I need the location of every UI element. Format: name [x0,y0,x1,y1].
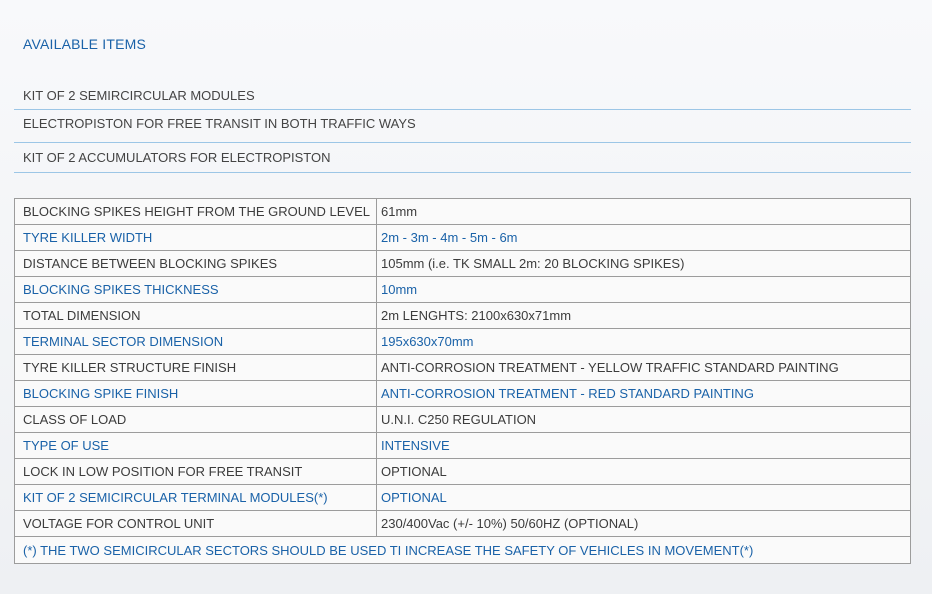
spec-row: KIT OF 2 SEMICIRCULAR TERMINAL MODULES(*… [14,484,911,511]
specifications-table: BLOCKING SPIKES HEIGHT FROM THE GROUND L… [14,198,911,564]
available-items-list: KIT OF 2 SEMIRCIRCULAR MODULES ELECTROPI… [14,83,911,173]
available-items-heading: AVAILABLE ITEMS [23,36,147,52]
spec-label: TERMINAL SECTOR DIMENSION [14,328,377,355]
spec-value: 2m - 3m - 4m - 5m - 6m [376,224,911,251]
spec-row: BLOCKING SPIKE FINISH ANTI-CORROSION TRE… [14,380,911,407]
spec-row: LOCK IN LOW POSITION FOR FREE TRANSIT OP… [14,458,911,485]
spec-label: DISTANCE BETWEEN BLOCKING SPIKES [14,250,377,277]
spec-row: BLOCKING SPIKES THICKNESS 10mm [14,276,911,303]
spec-value: 105mm (i.e. TK SMALL 2m: 20 BLOCKING SPI… [376,250,911,277]
spec-label: BLOCKING SPIKE FINISH [14,380,377,407]
spec-value: OPTIONAL [376,458,911,485]
available-item-label: ELECTROPISTON FOR FREE TRANSIT IN BOTH T… [23,116,416,131]
spec-value: 10mm [376,276,911,303]
spec-value: ANTI-CORROSION TREATMENT - RED STANDARD … [376,380,911,407]
spec-value: INTENSIVE [376,432,911,459]
spec-label: TOTAL DIMENSION [14,302,377,329]
available-item: KIT OF 2 SEMIRCIRCULAR MODULES [14,83,911,110]
spec-row: DISTANCE BETWEEN BLOCKING SPIKES 105mm (… [14,250,911,277]
spec-value: 195x630x70mm [376,328,911,355]
spec-row: VOLTAGE FOR CONTROL UNIT 230/400Vac (+/-… [14,510,911,537]
available-item-label: KIT OF 2 ACCUMULATORS FOR ELECTROPISTON [23,150,331,165]
spec-label: LOCK IN LOW POSITION FOR FREE TRANSIT [14,458,377,485]
spec-value: ANTI-CORROSION TREATMENT - YELLOW TRAFFI… [376,354,911,381]
spec-row: CLASS OF LOAD U.N.I. C250 REGULATION [14,406,911,433]
spec-value: 2m LENGHTS: 2100x630x71mm [376,302,911,329]
spec-row: TYRE KILLER WIDTH 2m - 3m - 4m - 5m - 6m [14,224,911,251]
footnote: (*) THE TWO SEMICIRCULAR SECTORS SHOULD … [14,536,911,564]
spec-value: OPTIONAL [376,484,911,511]
spec-row: TYRE KILLER STRUCTURE FINISH ANTI-CORROS… [14,354,911,381]
spec-label: TYPE OF USE [14,432,377,459]
spec-value: 61mm [376,198,911,225]
available-item-label: KIT OF 2 SEMIRCIRCULAR MODULES [23,88,255,103]
spec-value: U.N.I. C250 REGULATION [376,406,911,433]
spec-label: CLASS OF LOAD [14,406,377,433]
spec-row: TOTAL DIMENSION 2m LENGHTS: 2100x630x71m… [14,302,911,329]
spec-label: BLOCKING SPIKES THICKNESS [14,276,377,303]
spec-label: BLOCKING SPIKES HEIGHT FROM THE GROUND L… [14,198,377,225]
spec-label: TYRE KILLER WIDTH [14,224,377,251]
spec-value: 230/400Vac (+/- 10%) 50/60HZ (OPTIONAL) [376,510,911,537]
available-item: ELECTROPISTON FOR FREE TRANSIT IN BOTH T… [14,110,911,143]
spec-label: KIT OF 2 SEMICIRCULAR TERMINAL MODULES(*… [14,484,377,511]
spec-row: TYPE OF USE INTENSIVE [14,432,911,459]
spec-label: VOLTAGE FOR CONTROL UNIT [14,510,377,537]
spec-row: TERMINAL SECTOR DIMENSION 195x630x70mm [14,328,911,355]
footnote-row: (*) THE TWO SEMICIRCULAR SECTORS SHOULD … [14,536,911,564]
spec-row: BLOCKING SPIKES HEIGHT FROM THE GROUND L… [14,198,911,225]
available-item: KIT OF 2 ACCUMULATORS FOR ELECTROPISTON [14,143,911,173]
spec-label: TYRE KILLER STRUCTURE FINISH [14,354,377,381]
